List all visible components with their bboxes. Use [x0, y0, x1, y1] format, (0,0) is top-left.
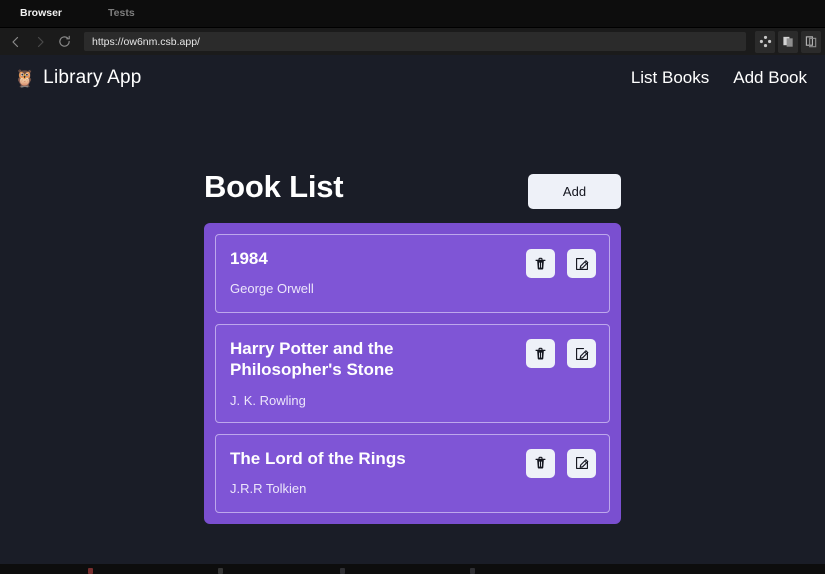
taskbar-sliver	[0, 564, 825, 574]
taskbar-dot	[218, 568, 223, 574]
book-card[interactable]: Harry Potter and the Philosopher's Stone…	[215, 324, 610, 423]
trash-icon	[534, 347, 547, 361]
delete-book-button[interactable]	[526, 339, 555, 368]
browser-chrome: Browser Tests https://ow6nm.csb.app/	[0, 0, 825, 55]
edit-book-button[interactable]	[567, 249, 596, 278]
edit-pencil-icon	[575, 257, 589, 271]
page-viewport: 🦉 Library App List Books Add Book Book L…	[0, 55, 825, 574]
page-title: Book List	[204, 171, 343, 204]
delete-book-button[interactable]	[526, 249, 555, 278]
book-author: George Orwell	[230, 281, 596, 296]
trash-icon	[534, 456, 547, 470]
taskbar-dot	[470, 568, 475, 574]
main-nav: List Books Add Book	[631, 68, 807, 88]
trash-icon	[534, 257, 547, 271]
edit-pencil-icon	[575, 456, 589, 470]
edit-pencil-icon	[575, 347, 589, 361]
book-card[interactable]: 1984 George Orwell	[215, 234, 610, 313]
copy-alt-icon[interactable]	[801, 31, 821, 53]
taskbar-dot	[340, 568, 345, 574]
forward-button[interactable]	[28, 30, 52, 54]
copy-icon[interactable]	[778, 31, 798, 53]
devices-icon[interactable]	[755, 31, 775, 53]
edit-book-button[interactable]	[567, 339, 596, 368]
add-button[interactable]: Add	[528, 174, 621, 209]
tab-tests[interactable]: Tests	[96, 0, 147, 27]
back-button[interactable]	[4, 30, 28, 54]
book-author: J. K. Rowling	[230, 393, 596, 408]
book-author: J.R.R Tolkien	[230, 481, 596, 496]
tab-browser[interactable]: Browser	[8, 0, 74, 27]
url-input[interactable]: https://ow6nm.csb.app/	[84, 32, 746, 51]
book-actions	[526, 449, 596, 478]
edit-book-button[interactable]	[567, 449, 596, 478]
book-actions	[526, 339, 596, 368]
book-list: 1984 George Orwell	[204, 223, 621, 524]
book-card[interactable]: The Lord of the Rings J.R.R Tolkien	[215, 434, 610, 513]
nav-link-list-books[interactable]: List Books	[631, 68, 709, 88]
browser-tabstrip: Browser Tests	[0, 0, 825, 28]
delete-book-button[interactable]	[526, 449, 555, 478]
reload-button[interactable]	[52, 30, 76, 54]
owl-logo-icon: 🦉	[14, 70, 35, 87]
browser-toolbar: https://ow6nm.csb.app/	[0, 28, 825, 55]
taskbar-dot	[88, 568, 93, 574]
book-actions	[526, 249, 596, 278]
nav-link-add-book[interactable]: Add Book	[733, 68, 807, 88]
app-header: 🦉 Library App List Books Add Book	[0, 55, 825, 101]
main-content: Book List Add 1984 George Orwell	[204, 101, 621, 524]
app-title: Library App	[43, 67, 141, 89]
brand: 🦉 Library App	[14, 67, 142, 89]
list-header: Book List Add	[204, 171, 621, 223]
